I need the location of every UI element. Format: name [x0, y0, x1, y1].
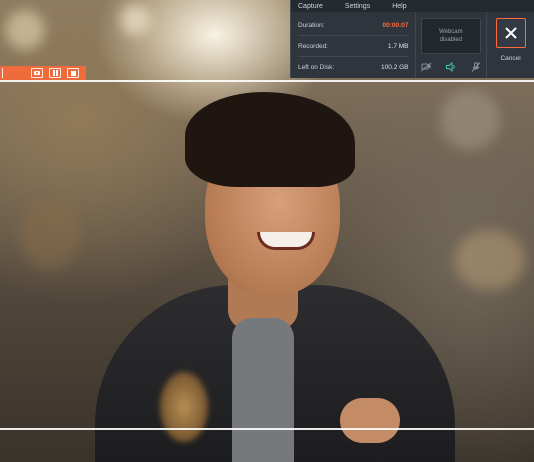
recording-stats: Duration: 00:00:07 Recorded: 1.7 MB Left… [291, 12, 415, 78]
duration-label: Duration: [298, 21, 325, 29]
capture-area-top-border[interactable] [0, 80, 534, 82]
menu-bar: Capture Settings Help [291, 0, 534, 12]
disk-row: Left on Disk: 100.2 GB [298, 57, 409, 78]
speaker-icon[interactable] [445, 62, 457, 72]
microphone-disabled-icon[interactable] [470, 62, 482, 72]
cancel-section: Cancel [486, 12, 534, 78]
screenshot-camera-icon[interactable] [31, 68, 43, 78]
recording-mini-toolbar [0, 66, 86, 80]
mini-toolbar-edge [2, 68, 5, 78]
cancel-label[interactable]: Cancel [500, 55, 520, 62]
menu-settings[interactable]: Settings [345, 3, 370, 10]
webcam-status-line1: Webcam [439, 29, 463, 35]
device-toggles [420, 62, 482, 72]
menu-help[interactable]: Help [392, 3, 406, 10]
stop-icon[interactable] [67, 68, 79, 78]
cancel-button[interactable] [495, 18, 526, 48]
recorded-label: Recorded: [298, 42, 328, 50]
webcam-status-line2: disabled [439, 37, 463, 43]
webcam-preview: Webcam disabled [420, 18, 481, 54]
capture-area-bottom-border[interactable] [0, 428, 534, 430]
capture-panel: Capture Settings Help Duration: 00:00:07… [290, 0, 534, 78]
disk-value: 100.2 GB [381, 64, 409, 71]
menu-capture[interactable]: Capture [298, 3, 323, 10]
close-icon [504, 27, 517, 39]
webcam-disabled-icon[interactable] [420, 62, 432, 72]
recorded-row: Recorded: 1.7 MB [298, 36, 409, 57]
duration-value: 00:00:07 [382, 21, 409, 29]
duration-row: Duration: 00:00:07 [298, 15, 409, 36]
recorded-value: 1.7 MB [387, 42, 409, 50]
disk-label: Left on Disk: [298, 64, 335, 71]
pause-icon[interactable] [49, 68, 61, 78]
webcam-section: Webcam disabled [414, 12, 487, 78]
